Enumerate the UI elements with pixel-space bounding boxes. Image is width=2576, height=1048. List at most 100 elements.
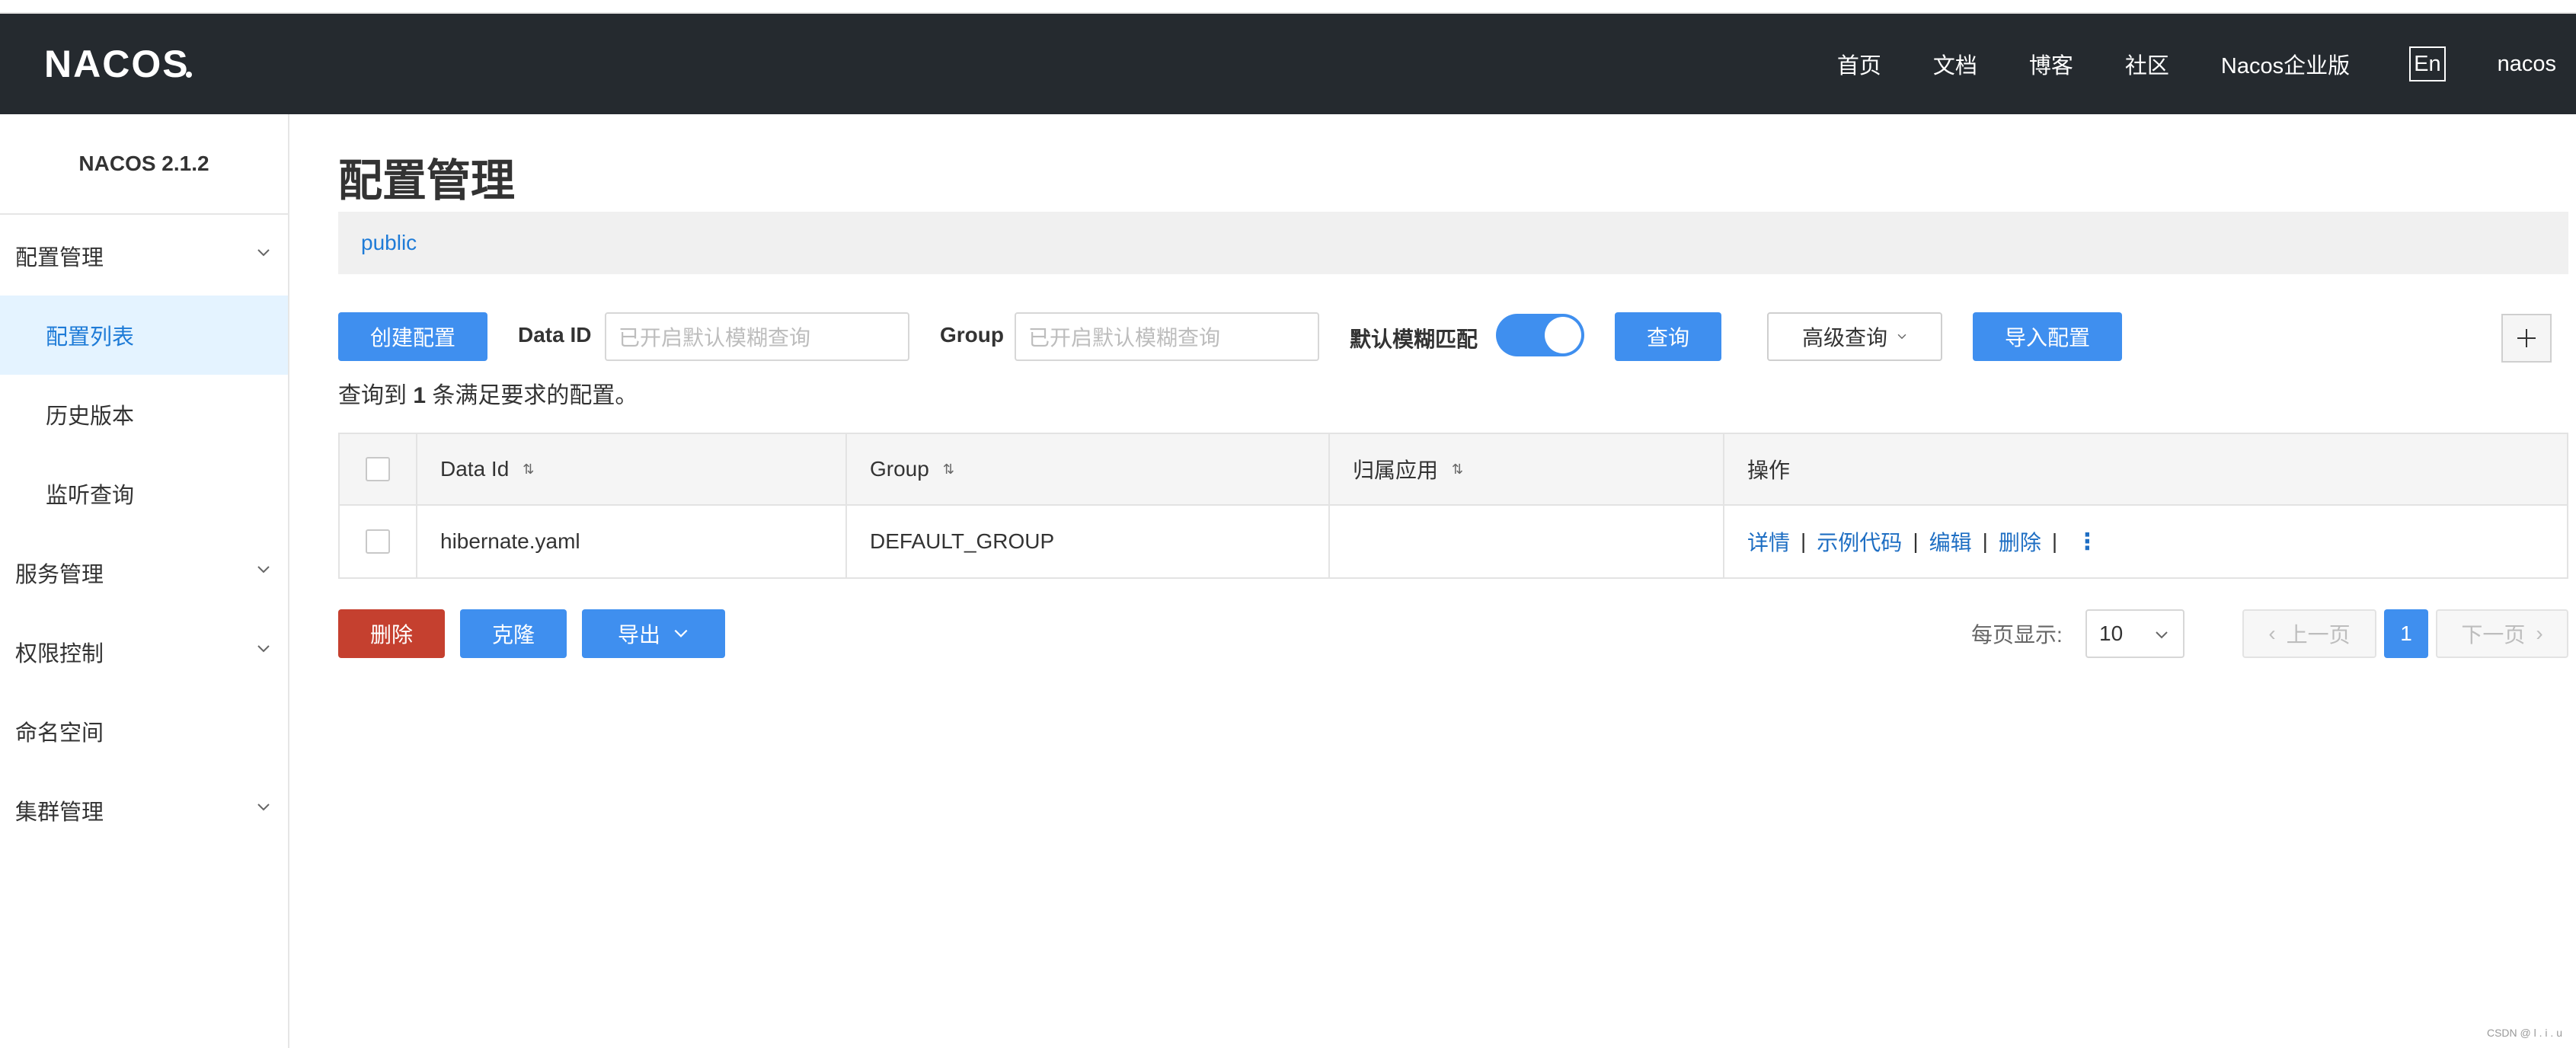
nacos-logo[interactable]: NACOS <box>44 43 193 85</box>
cell-data-id: hibernate.yaml <box>417 506 847 577</box>
header-select-cell <box>340 433 417 505</box>
clone-button[interactable]: 克隆 <box>460 609 567 658</box>
sidebar-item-service-management[interactable]: 服务管理 <box>0 533 288 612</box>
cell-app <box>1330 506 1724 577</box>
nav-community[interactable]: 社区 <box>2125 48 2169 80</box>
sidebar-item-label: 配置列表 <box>46 325 135 350</box>
group-input[interactable]: 已开启默认模糊查询 <box>1015 312 1319 361</box>
chevron-down-icon <box>257 645 270 653</box>
table-row: hibernate.yaml DEFAULT_GROUP 详情 | 示例代码 |… <box>340 506 2567 577</box>
chevron-down-icon <box>257 566 270 574</box>
page-size-value: 10 <box>2099 621 2124 645</box>
detail-link[interactable]: 详情 <box>1747 526 1790 557</box>
result-prefix: 查询到 <box>338 383 407 408</box>
plus-icon <box>2517 329 2536 347</box>
sidebar-item-label: 权限控制 <box>15 642 104 666</box>
config-table: Data Id ⇅ Group ⇅ 归属应用 ⇅ 操作 hibernate.ya… <box>338 433 2568 579</box>
sidebar-item-config-list[interactable]: 配置列表 <box>0 296 288 375</box>
dataid-input[interactable]: 已开启默认模糊查询 <box>605 312 909 361</box>
sidebar: NACOS 2.1.2 配置管理 配置列表 历史版本 监听查询 服务管理 权限控… <box>0 114 289 1048</box>
chevron-down-icon <box>1897 334 1906 340</box>
header-data-id[interactable]: Data Id ⇅ <box>417 433 847 505</box>
cell-group: DEFAULT_GROUP <box>847 506 1330 577</box>
top-nav: 首页 文档 博客 社区 Nacos企业版 En nacos <box>1785 14 2556 114</box>
sort-icon[interactable]: ⇅ <box>1452 462 1463 478</box>
table-header-row: Data Id ⇅ Group ⇅ 归属应用 ⇅ 操作 <box>340 433 2567 506</box>
namespace-bar: public <box>338 212 2568 274</box>
cell-operations: 详情 | 示例代码 | 编辑 | 删除 | ⋮ <box>1724 506 2567 577</box>
nav-blog[interactable]: 博客 <box>2029 48 2073 80</box>
page-size-label: 每页显示: <box>1971 623 2063 647</box>
dataid-label: Data ID <box>518 323 592 347</box>
prev-page-button[interactable]: ‹ 上一页 <box>2242 609 2376 658</box>
namespace-public-link[interactable]: public <box>361 231 417 255</box>
row-checkbox[interactable] <box>366 529 390 554</box>
more-options-icon[interactable]: ⋮ <box>2076 529 2098 555</box>
import-config-button[interactable]: 导入配置 <box>1973 312 2122 361</box>
fuzzy-match-label: 默认模糊匹配 <box>1350 328 1478 351</box>
select-all-checkbox[interactable] <box>366 457 390 481</box>
sidebar-item-access-control[interactable]: 权限控制 <box>0 612 288 692</box>
svg-text:NACOS: NACOS <box>44 43 190 85</box>
sidebar-item-listener-query[interactable]: 监听查询 <box>0 454 288 533</box>
toggle-knob <box>1545 317 1581 353</box>
advanced-query-button[interactable]: 高级查询 <box>1767 312 1942 361</box>
chevron-down-icon <box>257 249 270 257</box>
sidebar-item-label: 配置管理 <box>15 246 104 270</box>
batch-delete-button[interactable]: 删除 <box>338 609 445 658</box>
user-name[interactable]: nacos <box>2498 52 2556 77</box>
separator: | <box>2051 529 2058 553</box>
header-operations: 操作 <box>1724 433 2567 505</box>
browser-top-strip <box>0 0 2576 14</box>
group-label: Group <box>940 323 1004 347</box>
next-page-button[interactable]: 下一页 › <box>2436 609 2568 658</box>
prev-page-label: 上一页 <box>2286 623 2351 647</box>
search-button[interactable]: 查询 <box>1615 312 1721 361</box>
chevron-down-icon <box>2156 631 2168 639</box>
separator: | <box>1913 529 1919 553</box>
nav-home[interactable]: 首页 <box>1837 48 1881 80</box>
create-config-button[interactable]: 创建配置 <box>338 312 487 361</box>
sidebar-item-label: 服务管理 <box>15 563 104 587</box>
header-label: Group <box>870 457 929 481</box>
export-button[interactable]: 导出 <box>582 609 725 658</box>
separator: | <box>1801 529 1807 553</box>
row-select-cell <box>340 506 417 577</box>
sidebar-item-config-management[interactable]: 配置管理 <box>0 216 288 296</box>
watermark: CSDN @ l . i . u <box>2486 1027 2562 1039</box>
nacos-logo-icon: NACOS <box>44 43 192 85</box>
language-switch[interactable]: En <box>2409 46 2446 81</box>
fuzzy-match-toggle[interactable] <box>1496 314 1584 356</box>
nav-docs[interactable]: 文档 <box>1933 48 1977 80</box>
chevron-right-icon: › <box>2536 621 2543 645</box>
header-label: Data Id <box>440 457 510 481</box>
sidebar-item-label: 集群管理 <box>15 800 104 825</box>
sort-icon[interactable]: ⇅ <box>943 462 954 478</box>
delete-link[interactable]: 删除 <box>1999 526 2041 557</box>
sidebar-item-label: 历史版本 <box>46 404 135 429</box>
result-summary: 查询到 1 条满足要求的配置。 <box>338 376 638 410</box>
sidebar-item-cluster-management[interactable]: 集群管理 <box>0 771 288 850</box>
header-label: 操作 <box>1747 458 1791 482</box>
header-group[interactable]: Group ⇅ <box>847 433 1330 505</box>
sidebar-item-history[interactable]: 历史版本 <box>0 375 288 454</box>
advanced-query-label: 高级查询 <box>1801 326 1887 350</box>
nav-enterprise[interactable]: Nacos企业版 <box>2221 48 2350 80</box>
sidebar-item-label: 命名空间 <box>15 721 104 746</box>
sample-code-link[interactable]: 示例代码 <box>1817 526 1902 557</box>
current-page-button[interactable]: 1 <box>2384 609 2428 658</box>
sidebar-item-namespace[interactable]: 命名空间 <box>0 692 288 771</box>
next-page-label: 下一页 <box>2461 623 2526 647</box>
chevron-down-icon <box>257 804 270 811</box>
header-label: 归属应用 <box>1353 458 1439 482</box>
result-suffix: 条满足要求的配置。 <box>432 383 638 408</box>
chevron-down-icon <box>674 629 688 637</box>
sort-icon[interactable]: ⇅ <box>523 462 534 478</box>
separator: | <box>1982 529 1988 553</box>
page-size-select[interactable]: 10 <box>2085 609 2184 658</box>
top-header: NACOS 首页 文档 博客 社区 Nacos企业版 En nacos <box>0 14 2576 114</box>
expand-toggle-button[interactable] <box>2501 314 2552 363</box>
edit-link[interactable]: 编辑 <box>1929 526 1972 557</box>
header-app[interactable]: 归属应用 ⇅ <box>1330 433 1724 505</box>
chevron-left-icon: ‹ <box>2268 621 2276 645</box>
